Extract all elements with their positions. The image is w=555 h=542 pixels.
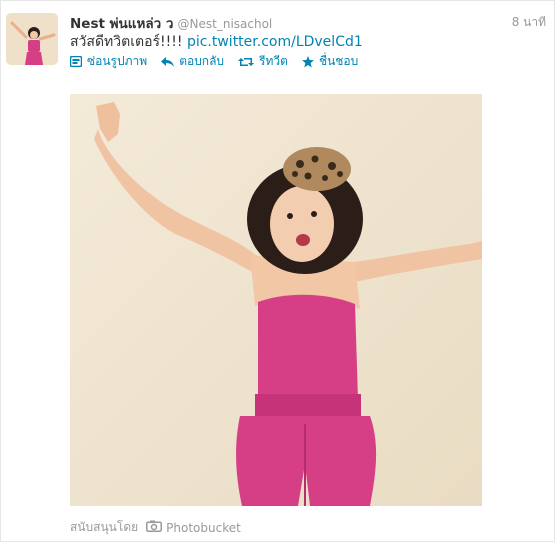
timestamp[interactable]: 8 นาที <box>512 13 546 32</box>
tweet-actions: ซ่อนรูปภาพ ตอบกลับ รีทวีต ชื่นชอบ <box>70 52 358 71</box>
tweet-text: สวัสดีทวิตเตอร์!!!! pic.twitter.com/LDve… <box>70 31 363 53</box>
photo-icon <box>70 56 82 67</box>
tweet-photo[interactable] <box>70 94 482 506</box>
favorite-label: ชื่นชอบ <box>318 54 359 68</box>
retweet-button[interactable]: รีทวีต <box>238 52 288 71</box>
favorite-button[interactable]: ชื่นชอบ <box>301 52 359 71</box>
reply-icon <box>161 56 175 67</box>
hide-photo-label: ซ่อนรูปภาพ <box>87 54 148 68</box>
star-icon <box>301 55 314 68</box>
display-name[interactable]: Nest พ่นแหล่ว ว <box>70 16 174 32</box>
tweet-link[interactable]: pic.twitter.com/LDvelCd1 <box>187 34 363 50</box>
sponsored-label: สนับสนุนโดย <box>70 520 139 534</box>
tweet-container: Nest พ่นแหล่ว ว @Nest_nisachol 8 นาที สวั… <box>0 0 555 542</box>
photo-credit: สนับสนุนโดย Photobucket <box>70 518 241 537</box>
avatar[interactable] <box>6 13 58 65</box>
photobucket-link[interactable]: Photobucket <box>166 521 241 535</box>
reply-button[interactable]: ตอบกลับ <box>161 52 224 71</box>
retweet-icon <box>238 57 255 67</box>
tweet-message: สวัสดีทวิตเตอร์!!!! <box>70 34 183 50</box>
camera-icon <box>146 520 163 535</box>
retweet-label: รีทวีต <box>259 54 288 68</box>
user-handle[interactable]: @Nest_nisachol <box>178 17 273 31</box>
hide-photo-button[interactable]: ซ่อนรูปภาพ <box>70 52 147 71</box>
tweet-header: Nest พ่นแหล่ว ว @Nest_nisachol <box>70 12 272 32</box>
reply-label: ตอบกลับ <box>179 54 225 68</box>
